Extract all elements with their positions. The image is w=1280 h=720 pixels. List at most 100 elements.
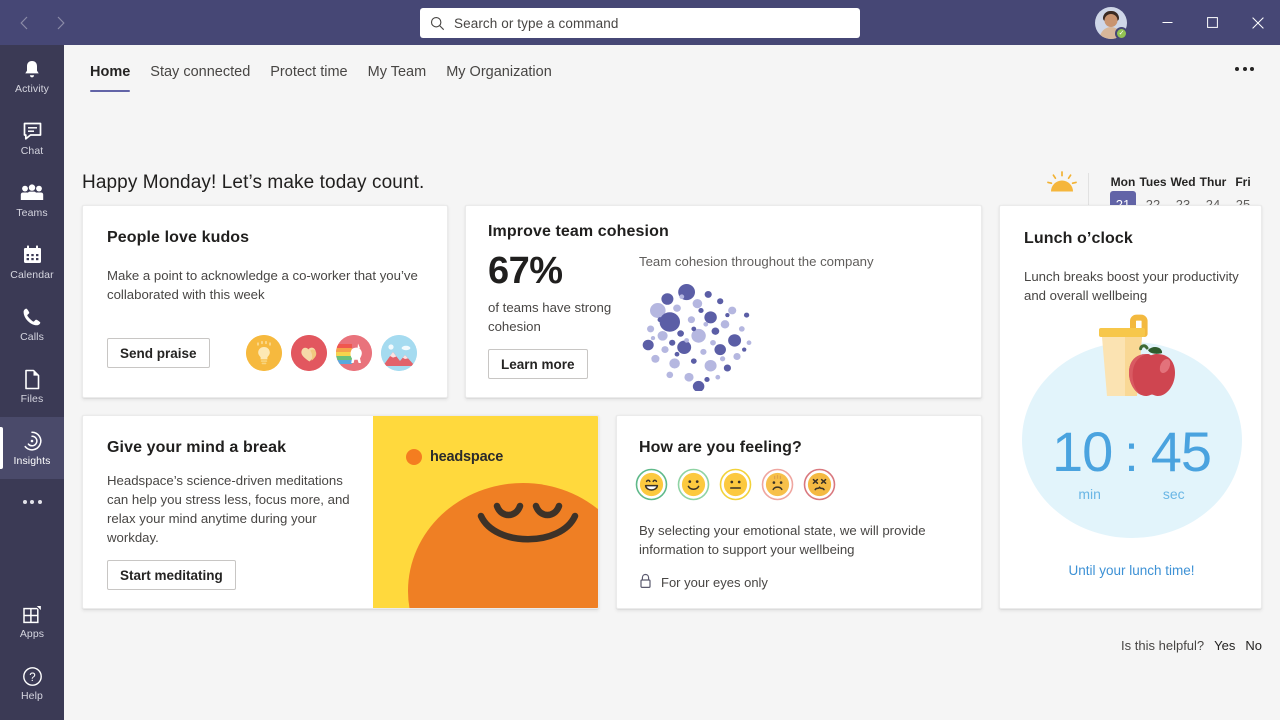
- face-neutral-icon[interactable]: [719, 468, 752, 501]
- card-people-love-kudos: People love kudos Make a point to acknow…: [82, 205, 448, 398]
- lunch-body: Lunch breaks boost your productivity and…: [1024, 269, 1239, 303]
- lunch-colon: :: [1124, 425, 1139, 483]
- page-title: Happy Monday! Let’s make today count.: [82, 172, 425, 193]
- card-improve-team-cohesion: Improve team cohesion 67% of teams have …: [465, 205, 1256, 398]
- headspace-blob-icon: [408, 483, 598, 608]
- search-input[interactable]: Search or type a command: [454, 16, 618, 31]
- tab-my-team[interactable]: My Team: [358, 50, 437, 94]
- chevron-right-icon: [57, 16, 65, 29]
- tab-my-organization-label: My Organization: [446, 64, 552, 80]
- maximize-button[interactable]: [1190, 0, 1235, 45]
- feeling-privacy-label: For your eyes only: [661, 575, 768, 590]
- svg-text:?: ?: [29, 672, 35, 684]
- tab-protect-time[interactable]: Protect time: [260, 50, 357, 94]
- tab-overflow-button[interactable]: [1229, 61, 1260, 77]
- greeting-row: Happy Monday! Let’s make today count. Co…: [64, 99, 1280, 232]
- helpful-yes-button[interactable]: Yes: [1214, 638, 1235, 653]
- search-icon: [430, 16, 445, 31]
- face-happy-icon[interactable]: [677, 468, 710, 501]
- lunch-footer-link[interactable]: Until your lunch time!: [1000, 563, 1263, 578]
- headspace-wordmark: headspace: [430, 449, 504, 465]
- sidebar-label-calendar: Calendar: [10, 269, 54, 281]
- sidebar-item-calls[interactable]: Calls: [0, 293, 64, 355]
- feeling-body: By selecting your emotional state, we wi…: [639, 523, 926, 557]
- sidebar-more-button[interactable]: [0, 479, 64, 525]
- sidebar-label-insights: Insights: [13, 455, 51, 467]
- day-thur-name: Thur: [1199, 175, 1227, 189]
- cohesion-chart-label: Team cohesion throughout the company: [639, 254, 874, 269]
- face-sad-icon[interactable]: [761, 468, 794, 501]
- ellipsis-icon: [1235, 67, 1254, 71]
- chat-icon: [22, 119, 43, 143]
- sidebar-item-activity[interactable]: Activity: [0, 45, 64, 107]
- sidebar-item-help[interactable]: ? Help: [0, 652, 64, 714]
- lunch-visual: 10 : 45 min sec: [1000, 314, 1263, 544]
- lunch-sec-label: sec: [1162, 486, 1185, 502]
- learn-more-button[interactable]: Learn more: [488, 349, 588, 379]
- kudos-body: Make a point to acknowledge a co-worker …: [107, 268, 418, 302]
- sidebar-label-apps: Apps: [19, 628, 45, 640]
- tab-my-organization[interactable]: My Organization: [436, 50, 562, 94]
- kudos-title: People love kudos: [107, 229, 250, 246]
- minimize-icon: [1162, 22, 1173, 23]
- file-icon: [23, 367, 41, 391]
- sidebar-label-calls: Calls: [20, 331, 44, 343]
- titlebar-right-group: ✓: [1095, 0, 1280, 45]
- sidebar-label-help: Help: [21, 690, 43, 702]
- tab-my-team-label: My Team: [367, 64, 427, 80]
- headspace-text-pane: Give your mind a break Headspace’s scien…: [83, 416, 373, 608]
- sidebar-label-teams: Teams: [16, 207, 48, 219]
- feeling-privacy-note: For your eyes only: [639, 573, 768, 592]
- tab-home-label: Home: [90, 64, 131, 80]
- sidebar-item-apps[interactable]: Apps: [0, 590, 64, 652]
- lunch-title: Lunch o’clock: [1024, 230, 1133, 247]
- helpful-feedback: Is this helpful? Yes No: [1121, 638, 1262, 653]
- sidebar-item-insights[interactable]: Insights: [0, 417, 64, 479]
- tab-home[interactable]: Home: [80, 50, 140, 94]
- unicorn-kudo-icon[interactable]: [336, 335, 372, 371]
- face-very-happy-icon[interactable]: [635, 468, 668, 501]
- sidebar-item-calendar[interactable]: Calendar: [0, 231, 64, 293]
- heart-kudo-icon[interactable]: [291, 335, 327, 371]
- lunch-units: min sec: [1000, 486, 1263, 502]
- ellipsis-icon: [22, 500, 42, 504]
- lightbulb-kudo-icon[interactable]: [246, 335, 282, 371]
- bubble-chart-svg: [642, 284, 752, 392]
- back-button[interactable]: [8, 7, 40, 39]
- card-give-your-mind-a-break: Give your mind a break Headspace’s scien…: [82, 415, 599, 609]
- lunch-minutes: 10: [1051, 420, 1113, 483]
- tab-stay-connected[interactable]: Stay connected: [140, 50, 260, 94]
- face-angry-icon[interactable]: [803, 468, 836, 501]
- card-lunch-oclock: Lunch o’clock Lunch breaks boost your pr…: [999, 205, 1262, 609]
- chevron-left-icon: [19, 16, 27, 29]
- send-praise-button[interactable]: Send praise: [107, 338, 210, 368]
- day-mon-name: Mon: [1110, 175, 1136, 189]
- sidebar-item-files[interactable]: Files: [0, 355, 64, 417]
- cohesion-bubble-chart: [641, 276, 761, 392]
- minimize-button[interactable]: [1145, 0, 1190, 45]
- drink-and-apple-icon: [1085, 314, 1181, 405]
- sidebar-label-chat: Chat: [20, 145, 44, 157]
- start-meditating-button[interactable]: Start meditating: [107, 560, 236, 590]
- sidebar-item-chat[interactable]: Chat: [0, 107, 64, 169]
- forward-button[interactable]: [44, 7, 76, 39]
- app-rail: Activity Chat Teams Calendar Calls Files…: [0, 45, 64, 720]
- sidebar-label-activity: Activity: [14, 83, 50, 95]
- search-box[interactable]: Search or type a command: [420, 8, 860, 38]
- cohesion-title: Improve team cohesion: [488, 223, 669, 240]
- sidebar-item-teams[interactable]: Teams: [0, 169, 64, 231]
- kudos-badge-list: [246, 335, 417, 371]
- day-fri-name: Fri: [1235, 175, 1251, 189]
- close-button[interactable]: [1235, 0, 1280, 45]
- lunch-timer: 10 : 45: [1000, 419, 1263, 484]
- headspace-logo: headspace: [406, 449, 503, 465]
- day-tues-name: Tues: [1139, 175, 1167, 189]
- lunch-seconds: 45: [1150, 420, 1212, 483]
- lock-icon: [639, 573, 652, 592]
- helpful-no-button[interactable]: No: [1245, 638, 1262, 653]
- tab-protect-time-label: Protect time: [270, 64, 348, 80]
- feeling-title: How are you feeling?: [639, 439, 802, 456]
- mountain-kudo-icon[interactable]: [381, 335, 417, 371]
- avatar[interactable]: ✓: [1095, 6, 1128, 40]
- sidebar-bottom-group: Apps ? Help: [0, 590, 64, 714]
